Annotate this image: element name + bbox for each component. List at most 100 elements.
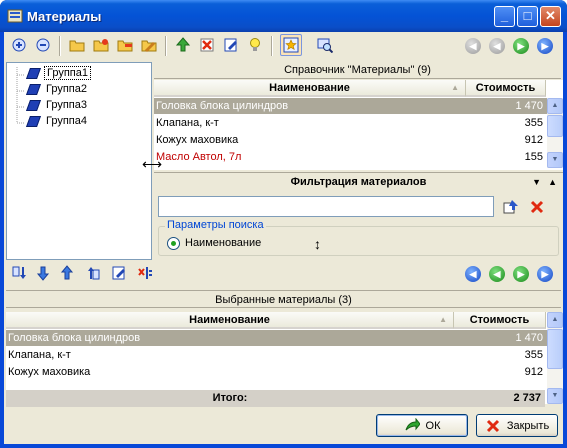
first-nav-icon[interactable]: ◀ — [465, 38, 481, 54]
cell-cost: 355 — [524, 349, 543, 361]
tree-item-label: Группа1 — [44, 66, 91, 80]
edit-icon[interactable] — [220, 34, 242, 56]
total-label: Итого: — [212, 392, 248, 404]
col-header-name-label: Наименование — [189, 314, 270, 326]
window-title: Материалы — [27, 9, 102, 24]
ok-button[interactable]: ОК — [376, 414, 468, 437]
top-toolbar: ◀ ◀ ▶ ▶ — [4, 34, 563, 58]
directory-title: Справочник "Материалы" (9) — [154, 62, 561, 79]
collapse-icon[interactable]: ▲ — [548, 173, 557, 191]
resize-cursor-horizontal: ⟷ — [142, 156, 163, 172]
scroll-down-icon[interactable]: ▼ — [547, 388, 563, 404]
first-nav-icon[interactable]: ◀ — [465, 266, 481, 282]
toolbar-separator — [59, 36, 61, 56]
table-row[interactable]: Кожух маховика 912 — [6, 364, 547, 380]
tree-item-group1[interactable]: Группа1 — [27, 65, 91, 81]
folder-edit-icon[interactable] — [138, 34, 160, 56]
window-frame-right — [563, 32, 567, 448]
cell-name: Кожух маховика — [156, 134, 239, 146]
folder-add-icon[interactable] — [90, 34, 112, 56]
table-row[interactable]: Клапана, к-т 355 — [6, 347, 547, 363]
tree-item-label: Группа2 — [46, 83, 87, 95]
next-nav-icon[interactable]: ▶ — [513, 266, 529, 282]
filter-apply-icon[interactable] — [500, 196, 522, 218]
group-icon — [27, 83, 41, 95]
ok-arrow-icon — [405, 417, 420, 430]
prev-nav-icon[interactable]: ◀ — [489, 38, 505, 54]
table-row[interactable]: Головка блока цилиндров 1 470 — [154, 98, 547, 114]
group-tree: Группа1 Группа2 Группа3 Группа4 — [6, 62, 152, 260]
tree-lines — [16, 67, 25, 124]
folder-remove-icon[interactable] — [114, 34, 136, 56]
dropdown-icon[interactable]: ▼ — [532, 173, 541, 191]
window: Материалы _ □ ✕ ◀ ◀ ▶ ▶ Группа1 Группа2 … — [0, 0, 567, 448]
directory-scrollbar[interactable]: ▲ ▼ — [547, 98, 563, 168]
toolbar-separator — [165, 36, 167, 56]
move-top-icon[interactable] — [82, 262, 104, 284]
scroll-thumb[interactable] — [547, 329, 563, 369]
radio-label: Наименование — [185, 237, 262, 249]
next-nav-icon[interactable]: ▶ — [513, 38, 529, 54]
table-row[interactable]: Клапана, к-т 355 — [154, 115, 547, 131]
cell-cost: 912 — [524, 366, 543, 378]
window-frame-bottom — [0, 444, 567, 448]
move-down-icon[interactable] — [32, 262, 54, 284]
maximize-button[interactable]: □ — [517, 6, 538, 27]
lightbulb-icon[interactable] — [244, 34, 266, 56]
move-bottom-icon[interactable] — [8, 262, 30, 284]
search-icon[interactable] — [314, 34, 336, 56]
title-bar[interactable]: Материалы _ □ ✕ — [0, 0, 567, 32]
remove-icon[interactable] — [32, 34, 54, 56]
last-nav-icon[interactable]: ▶ — [537, 38, 553, 54]
col-header-cost[interactable]: Стоимость — [454, 312, 546, 329]
group-icon — [27, 67, 41, 79]
cell-cost: 1 470 — [515, 100, 543, 112]
close-button[interactable]: Закрыть — [476, 414, 558, 437]
tree-item-group3[interactable]: Группа3 — [27, 97, 89, 113]
filter-input[interactable] — [158, 196, 494, 217]
cell-name: Клапана, к-т — [156, 117, 219, 129]
filter-header[interactable]: Фильтрация материалов ▼ ▲ — [154, 172, 563, 190]
up-icon[interactable] — [172, 34, 194, 56]
tree-item-label: Группа4 — [46, 115, 87, 127]
col-header-name[interactable]: Наименование ▲ — [6, 312, 454, 329]
cell-name: Клапана, к-т — [8, 349, 71, 361]
name-radio[interactable] — [167, 237, 180, 250]
table-row[interactable]: Масло Автол, 7л 155 — [154, 149, 547, 165]
col-header-name[interactable]: Наименование ▲ — [154, 80, 466, 97]
scroll-up-icon[interactable]: ▲ — [547, 98, 563, 114]
close-window-button[interactable]: ✕ — [540, 6, 561, 27]
filter-clear-icon[interactable] — [526, 196, 548, 218]
table-row[interactable]: Кожух маховика 912 — [154, 132, 547, 148]
clear-icon[interactable] — [134, 262, 156, 284]
col-header-cost[interactable]: Стоимость — [466, 80, 546, 97]
cell-name: Головка блока цилиндров — [156, 100, 289, 112]
table-row[interactable]: Головка блока цилиндров 1 470 — [6, 330, 547, 346]
tree-item-group4[interactable]: Группа4 — [27, 113, 89, 129]
bottom-toolbar: ◀ ◀ ▶ ▶ — [4, 262, 563, 286]
tree-item-group2[interactable]: Группа2 — [27, 81, 89, 97]
ok-label: ОК — [425, 419, 441, 432]
add-icon[interactable] — [8, 34, 30, 56]
cell-name: Головка блока цилиндров — [8, 332, 141, 344]
app-icon — [7, 9, 23, 23]
folder-icon[interactable] — [66, 34, 88, 56]
minimize-button[interactable]: _ — [494, 6, 515, 27]
move-up-icon[interactable] — [56, 262, 78, 284]
selected-scrollbar[interactable]: ▲ ▼ — [547, 312, 563, 404]
prev-nav-icon[interactable]: ◀ — [489, 266, 505, 282]
total-row: Итого: 2 737 — [6, 390, 545, 407]
scroll-up-icon[interactable]: ▲ — [547, 312, 563, 328]
last-nav-icon[interactable]: ▶ — [537, 266, 553, 282]
edit-icon[interactable] — [108, 262, 130, 284]
cell-cost: 355 — [524, 117, 543, 129]
tree-item-label: Группа3 — [46, 99, 87, 111]
star-filter-icon[interactable] — [280, 34, 302, 56]
toolbar-separator — [271, 36, 273, 56]
cell-name: Кожух маховика — [8, 366, 91, 378]
cell-cost: 155 — [524, 151, 543, 163]
scroll-down-icon[interactable]: ▼ — [547, 152, 563, 168]
scroll-thumb[interactable] — [547, 115, 563, 137]
cell-name: Масло Автол, 7л — [156, 151, 242, 163]
delete-icon[interactable] — [196, 34, 218, 56]
